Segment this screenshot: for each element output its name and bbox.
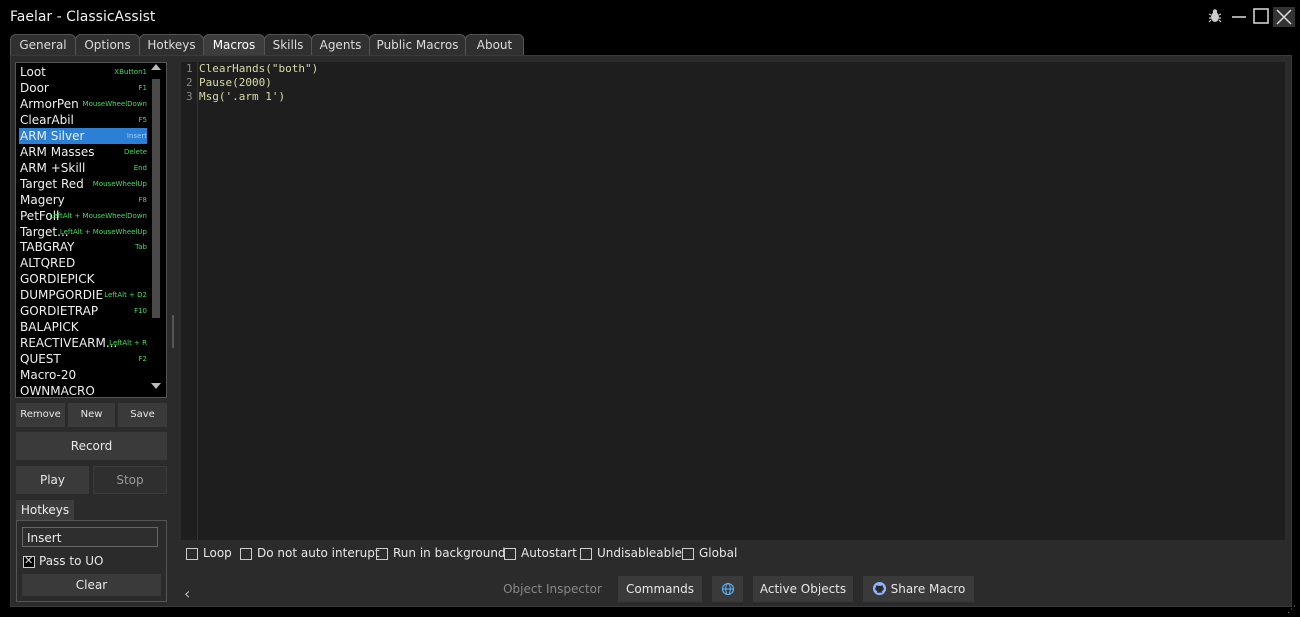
share-macro-button[interactable]: Share Macro (863, 576, 974, 602)
new-button[interactable]: New (68, 403, 115, 427)
line-number: 2 (186, 76, 193, 89)
commands-button[interactable]: Commands (618, 576, 702, 602)
tab-general[interactable]: General (10, 34, 76, 56)
tab-hotkeys[interactable]: Hotkeys (139, 34, 204, 56)
play-button[interactable]: Play (16, 466, 89, 494)
macro-item[interactable]: ALTQRED (19, 255, 147, 271)
macro-item[interactable]: Magery F8 (19, 192, 147, 208)
tab-public-macros[interactable]: Public Macros (369, 34, 466, 56)
close-icon[interactable] (1273, 7, 1295, 27)
tab-options[interactable]: Options (75, 34, 140, 56)
macro-item[interactable]: Door F1 (19, 80, 147, 96)
maximize-icon[interactable] (1250, 7, 1272, 27)
code-editor[interactable]: 1 2 3 ClearHands("both") Pause(2000) Msg… (181, 62, 1285, 540)
scroll-thumb[interactable] (152, 79, 160, 318)
title-bar: Faelar - ClassicAssist (0, 0, 1300, 34)
pass-to-uo-checkbox[interactable] (23, 554, 35, 568)
tab-macros[interactable]: Macros (203, 34, 265, 56)
bug-icon[interactable] (1204, 7, 1226, 27)
macro-item-selected[interactable]: ARM Silver Insert (19, 128, 147, 144)
share-macro-label: Share Macro (890, 582, 966, 596)
macro-item[interactable]: ARM Masses Delete (19, 144, 147, 160)
line-number: 1 (186, 62, 193, 75)
macro-item[interactable]: ClearAbil F5 (19, 112, 147, 128)
undisableable-checkbox[interactable] (580, 548, 592, 560)
macro-item[interactable]: Macro-20 (19, 367, 147, 383)
no-auto-interrupt-label: Do not auto interupt (257, 546, 380, 560)
object-inspector-button[interactable]: Object Inspector (496, 576, 609, 602)
macro-item[interactable]: ARM +Skill End (19, 160, 147, 176)
run-in-background-label: Run in background (393, 546, 506, 560)
macro-item[interactable]: DUMPGORDIE LeftAlt + D2 (19, 287, 147, 303)
line-number: 3 (186, 90, 193, 103)
code-line: ClearHands("both") (199, 62, 319, 75)
pass-to-uo-label: Pass to UO (39, 554, 104, 568)
autostart-checkbox[interactable] (504, 548, 516, 560)
macro-item[interactable]: BALAPICK (19, 319, 147, 335)
save-button[interactable]: Save (118, 403, 167, 427)
minimize-icon[interactable] (1228, 7, 1250, 27)
splitter-handle[interactable] (172, 315, 174, 348)
chevron-left-icon[interactable]: ‹ (184, 584, 190, 603)
scroll-up-icon[interactable] (151, 64, 161, 70)
run-in-background-checkbox[interactable] (376, 548, 388, 560)
loop-checkbox[interactable] (186, 548, 198, 560)
tab-skills[interactable]: Skills (264, 34, 312, 56)
macro-item[interactable]: TABGRAY Tab (19, 239, 147, 255)
macro-item[interactable]: Loot XButton1 (19, 64, 147, 80)
macro-item[interactable]: OWNMACRO (19, 383, 147, 397)
resize-grip-icon[interactable]: ⋰ (1287, 605, 1297, 615)
remove-button[interactable]: Remove (16, 403, 65, 427)
macro-list[interactable]: Loot XButton1 Door F1 ArmorPen MouseWheelDo… (15, 62, 167, 398)
undisableable-label: Undisableable (597, 546, 682, 560)
global-checkbox[interactable] (682, 548, 694, 560)
window-title: Faelar - ClassicAssist (10, 9, 156, 25)
tab-about[interactable]: About (465, 34, 524, 56)
globe-button[interactable] (712, 576, 743, 602)
loop-label: Loop (203, 546, 232, 560)
github-icon (872, 581, 886, 596)
global-label: Global (699, 546, 738, 560)
scroll-down-icon[interactable] (151, 383, 161, 389)
clear-hotkey-button[interactable]: Clear (22, 574, 161, 596)
record-button[interactable]: Record (16, 432, 167, 460)
line-gutter (181, 62, 198, 540)
macro-item[interactable]: Target Red MouseWheelUp (19, 176, 147, 192)
macro-item[interactable]: REACTIVEARM... LeftAlt + R (19, 335, 147, 351)
code-line: Pause(2000) (199, 76, 272, 89)
macro-item[interactable]: QUEST F2 (19, 351, 147, 367)
code-line: Msg('.arm 1') (199, 90, 286, 103)
macro-item[interactable]: Target... LeftAlt + MouseWheelUp (19, 224, 147, 240)
tab-agents[interactable]: Agents (311, 34, 370, 56)
macro-item[interactable]: PetFoll LeftAlt + MouseWheelDown (19, 208, 147, 224)
macro-item[interactable]: ArmorPen MouseWheelDown (19, 96, 147, 112)
active-objects-button[interactable]: Active Objects (753, 576, 853, 602)
no-auto-interrupt-checkbox[interactable] (240, 548, 252, 560)
macro-item[interactable]: GORDIEPICK (19, 271, 147, 287)
hotkey-input[interactable]: Insert (22, 527, 158, 547)
stop-button[interactable]: Stop (93, 466, 167, 494)
macro-item[interactable]: GORDIETRAP F10 (19, 303, 147, 319)
hotkeys-tab[interactable]: Hotkeys (16, 500, 74, 520)
autostart-label: Autostart (521, 546, 577, 560)
globe-icon (721, 582, 734, 596)
